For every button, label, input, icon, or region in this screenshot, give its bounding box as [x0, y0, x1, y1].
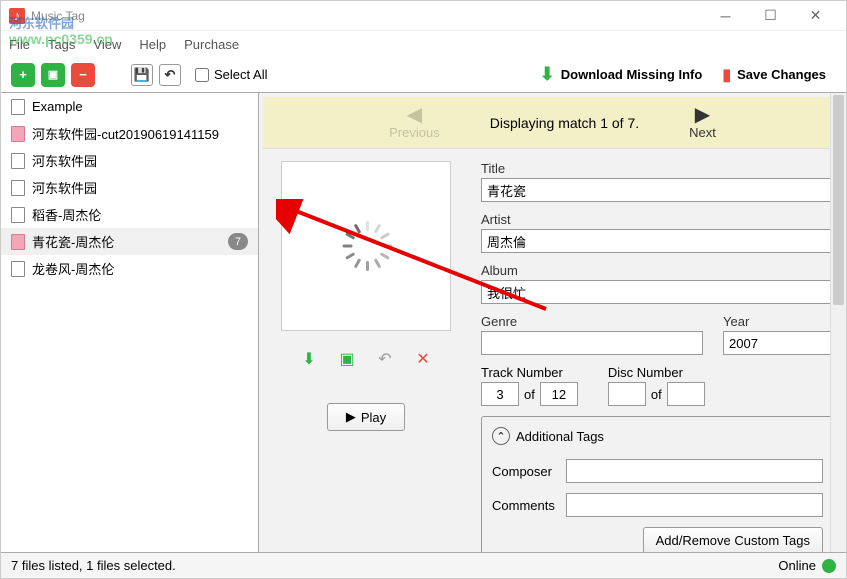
artwork-revert-button[interactable]: ↶ [370, 347, 400, 371]
download-icon: ⬇ [540, 64, 555, 85]
artwork-add-button[interactable]: ▣ [332, 347, 362, 371]
track-total-input[interactable] [540, 382, 578, 406]
close-button[interactable]: ✕ [793, 2, 838, 30]
window-title: Music Tag [31, 9, 703, 23]
prev-arrow-icon: ◀ [407, 105, 422, 125]
genre-label: Genre [481, 314, 703, 329]
additional-tags-panel: ⌃ Additional Tags Composer Comments Add/R… [481, 416, 834, 553]
file-icon [11, 126, 25, 142]
save-icon: ▮ [722, 65, 731, 85]
file-item[interactable]: Example [1, 93, 258, 120]
file-item[interactable]: 河东软件园 [1, 147, 258, 174]
additional-label: Additional Tags [516, 429, 604, 444]
download-label: Download Missing Info [561, 67, 703, 82]
app-icon: ♪ [9, 8, 25, 24]
revert-icon-button[interactable]: ↶ [159, 64, 181, 86]
comments-input[interactable] [566, 493, 823, 517]
match-text: Displaying match 1 of 7. [490, 115, 639, 131]
disc-of: of [651, 387, 662, 402]
album-input[interactable] [481, 280, 834, 304]
collapse-icon[interactable]: ⌃ [492, 427, 510, 445]
artwork-remove-button[interactable]: ✕ [408, 347, 438, 371]
file-icon [11, 180, 25, 196]
prev-label: Previous [389, 125, 440, 140]
artwork-box [281, 161, 451, 331]
titlebar: ♪ Music Tag ─ ☐ ✕ [1, 1, 846, 31]
file-icon [11, 207, 25, 223]
file-item[interactable]: 河东软件园-cut20190619141159 [1, 120, 258, 147]
year-input[interactable] [723, 331, 834, 355]
track-num-input[interactable] [481, 382, 519, 406]
minimize-button[interactable]: ─ [703, 2, 748, 30]
file-icon [11, 261, 25, 277]
loading-spinner-icon [341, 221, 391, 271]
match-badge: 7 [228, 233, 248, 250]
match-navigation: ◀ Previous Displaying match 1 of 7. ▶ Ne… [263, 97, 842, 149]
toolbar: + ▣ − 💾 ↶ Select All ⬇ Download Missing … [1, 57, 846, 93]
content-area: ◀ Previous Displaying match 1 of 7. ▶ Ne… [259, 93, 846, 553]
composer-input[interactable] [566, 459, 823, 483]
save-changes-button[interactable]: ▮ Save Changes [712, 61, 836, 89]
file-name: Example [32, 99, 248, 114]
menu-file[interactable]: File [9, 37, 30, 52]
next-arrow-icon: ▶ [695, 105, 710, 125]
online-icon [822, 559, 836, 573]
download-missing-button[interactable]: ⬇ Download Missing Info [530, 60, 713, 89]
file-icon [11, 99, 25, 115]
genre-input[interactable] [481, 331, 703, 355]
add-folder-button[interactable]: ▣ [41, 63, 65, 87]
file-icon [11, 234, 25, 250]
play-button[interactable]: ▶ Play [327, 403, 405, 431]
year-label: Year [723, 314, 834, 329]
disc-num-input[interactable] [608, 382, 646, 406]
menu-help[interactable]: Help [139, 37, 166, 52]
file-list: Example河东软件园-cut20190619141159河东软件园河东软件园… [1, 93, 259, 553]
next-match-button[interactable]: ▶ Next [689, 105, 716, 140]
status-bar: 7 files listed, 1 files selected. Online [1, 552, 846, 578]
composer-label: Composer [492, 464, 560, 479]
track-label: Track Number [481, 365, 578, 380]
online-label: Online [778, 558, 816, 573]
file-item[interactable]: 河东软件园 [1, 174, 258, 201]
title-label: Title [481, 161, 834, 176]
title-input[interactable] [481, 178, 834, 202]
file-name: 河东软件园 [32, 151, 248, 170]
file-icon [11, 153, 25, 169]
file-item[interactable]: 稻香-周杰伦 [1, 201, 258, 228]
comments-label: Comments [492, 498, 560, 513]
menu-tags[interactable]: Tags [48, 37, 75, 52]
scrollbar[interactable] [830, 93, 846, 553]
file-name: 河东软件园 [32, 178, 248, 197]
file-name: 龙卷风-周杰伦 [32, 259, 248, 278]
artist-input[interactable] [481, 229, 834, 253]
remove-button[interactable]: − [71, 63, 95, 87]
artwork-download-button[interactable]: ⬇ [294, 347, 324, 371]
svg-text:♪: ♪ [14, 8, 21, 23]
album-label: Album [481, 263, 834, 278]
status-text: 7 files listed, 1 files selected. [11, 558, 176, 573]
play-label: Play [361, 410, 386, 425]
prev-match-button[interactable]: ◀ Previous [389, 105, 440, 140]
artist-label: Artist [481, 212, 834, 227]
menubar: File Tags View Help Purchase [1, 31, 846, 57]
file-name: 河东软件园-cut20190619141159 [32, 124, 248, 143]
menu-view[interactable]: View [93, 37, 121, 52]
disc-label: Disc Number [608, 365, 705, 380]
scrollbar-thumb[interactable] [833, 95, 844, 305]
select-all-label: Select All [214, 67, 267, 82]
track-of: of [524, 387, 535, 402]
file-name: 稻香-周杰伦 [32, 205, 248, 224]
menu-purchase[interactable]: Purchase [184, 37, 239, 52]
custom-tags-button[interactable]: Add/Remove Custom Tags [643, 527, 823, 553]
file-item[interactable]: 龙卷风-周杰伦 [1, 255, 258, 282]
save-icon-button[interactable]: 💾 [131, 64, 153, 86]
select-all-checkbox[interactable] [195, 68, 209, 82]
file-name: 青花瓷-周杰伦 [32, 232, 221, 251]
next-label: Next [689, 125, 716, 140]
disc-total-input[interactable] [667, 382, 705, 406]
save-label: Save Changes [737, 67, 826, 82]
file-item[interactable]: 青花瓷-周杰伦 7 [1, 228, 258, 255]
add-file-button[interactable]: + [11, 63, 35, 87]
maximize-button[interactable]: ☐ [748, 2, 793, 30]
